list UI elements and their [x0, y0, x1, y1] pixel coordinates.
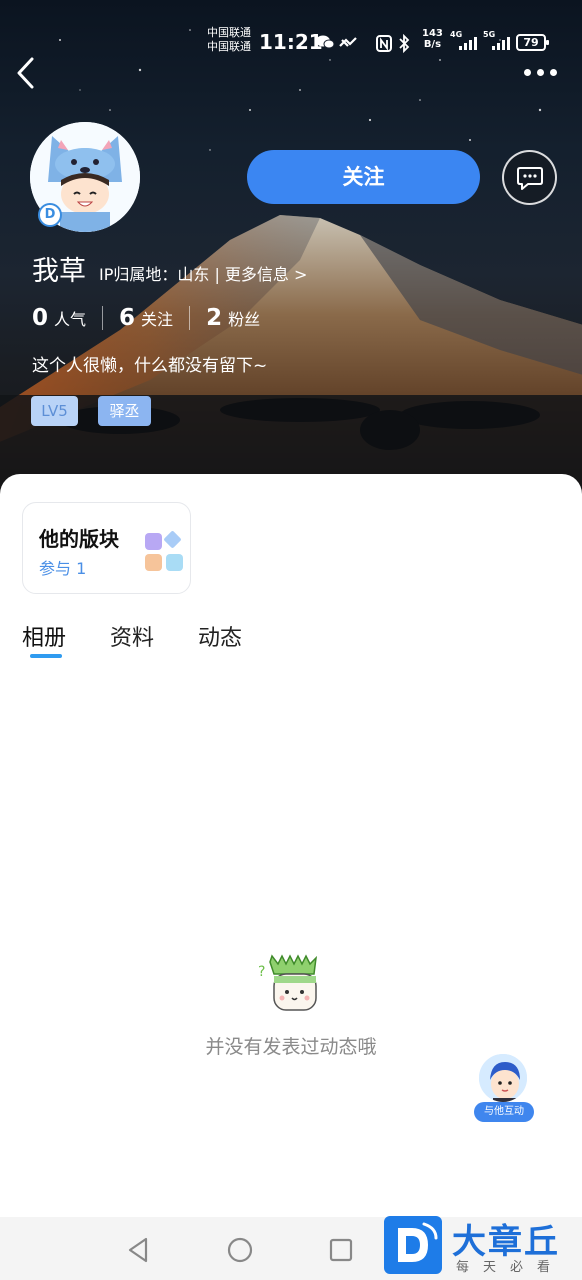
level-badge: LV5 — [31, 396, 78, 426]
chat-bubble-icon — [516, 166, 543, 190]
boards-participation-count: 参与 1 — [39, 559, 87, 578]
stat-following[interactable]: 6 关注 — [119, 305, 173, 331]
nav-back-triangle-icon[interactable] — [124, 1235, 154, 1265]
username: 我草 — [32, 256, 86, 287]
tab-album[interactable]: 相册 — [22, 620, 66, 660]
nfc-bluetooth-icons — [376, 34, 410, 54]
sim1-signal-icon — [459, 34, 477, 50]
his-boards-card[interactable]: 他的版块 参与 1 — [22, 502, 191, 594]
notification-icons — [316, 32, 368, 56]
back-button[interactable] — [14, 56, 44, 90]
interact-label: 与他互动 — [474, 1102, 534, 1122]
boards-title: 他的版块 — [39, 527, 119, 551]
clock: 11:21 — [259, 30, 323, 54]
boards-grid-icon — [145, 531, 183, 571]
stat-popularity[interactable]: 0 人气 — [32, 305, 86, 331]
profile-content-panel: 他的版块 参与 1 相册 资料 动态 ? 并没有发表过动态哦 与他互动 — [0, 474, 582, 1280]
ip-location-more-info-link[interactable]: IP归属地：山东 | 更多信息 > — [99, 261, 307, 285]
battery-icon: 79 — [516, 34, 549, 51]
profile-tabs: 相册 资料 动态 — [22, 620, 286, 660]
more-options-button[interactable] — [524, 60, 564, 84]
network-speed: 143 B/s — [422, 28, 443, 50]
carrier-names: 中国联通 中国联通 — [207, 26, 251, 54]
tab-profile-info[interactable]: 资料 — [110, 620, 154, 660]
status-bar: 中国联通 中国联通 11:21 143 B/s 4G 5G 79 — [0, 26, 582, 60]
empty-state-illustration: ? — [258, 954, 318, 1011]
interact-with-him-button[interactable]: 与他互动 — [474, 1052, 534, 1126]
divider — [189, 306, 191, 330]
sim2-signal-icon — [492, 34, 510, 50]
interact-avatar — [477, 1052, 529, 1104]
boy-avatar-icon — [479, 1054, 527, 1102]
chevron-left-icon — [17, 57, 34, 89]
watermark-slogan: 每天必看 — [456, 1260, 565, 1275]
dot-icon — [524, 68, 531, 76]
profile-header-background — [0, 0, 582, 500]
follow-button[interactable]: 关注 — [247, 150, 480, 204]
nav-home-circle-icon[interactable] — [225, 1235, 255, 1265]
divider — [102, 306, 104, 330]
stat-followers[interactable]: 2 粉丝 — [206, 305, 260, 331]
dot-icon — [550, 68, 557, 76]
active-tab-indicator — [30, 654, 62, 658]
carrier-1: 中国联通 — [207, 26, 251, 39]
dot-icon — [537, 68, 544, 76]
profile-stats: 0 人气 6 关注 2 粉丝 — [32, 302, 260, 334]
svg-text:?: ? — [258, 964, 265, 980]
message-button[interactable] — [502, 150, 557, 205]
verified-badge-icon: D — [38, 203, 62, 227]
mountain-night-image — [0, 29, 582, 500]
health-icon — [339, 37, 357, 47]
watermark-logo: 大章丘 每天必看 — [382, 1214, 582, 1280]
user-bio: 这个人很懒，什么都没有留下~ — [32, 356, 268, 376]
tab-activity[interactable]: 动态 — [198, 620, 242, 660]
role-badge: 驿丞 — [98, 396, 151, 426]
nav-recents-square-icon[interactable] — [326, 1235, 356, 1265]
wechat-icon — [316, 35, 335, 49]
carrier-2: 中国联通 — [207, 40, 251, 53]
d-logo-icon — [384, 1216, 442, 1274]
